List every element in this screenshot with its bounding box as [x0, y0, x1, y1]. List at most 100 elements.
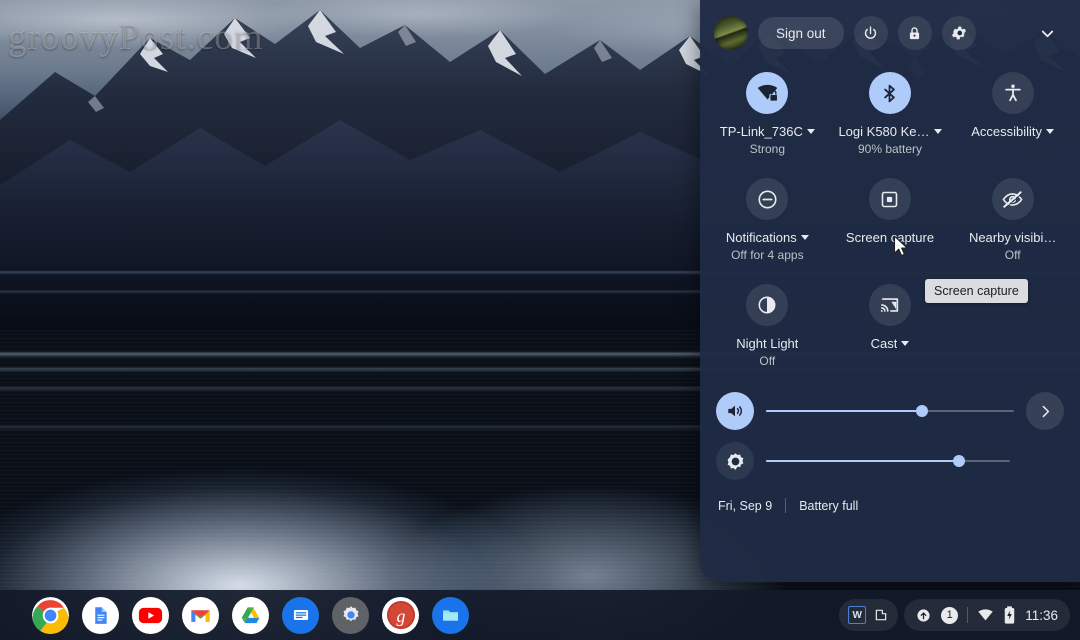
settings-button[interactable]	[942, 16, 976, 50]
clock-label[interactable]: 11:36	[1025, 608, 1058, 623]
power-button[interactable]	[854, 16, 888, 50]
tile-screen-capture-label-row: Screen capture	[846, 230, 934, 246]
lock-icon	[906, 25, 923, 42]
chevron-down-icon[interactable]	[1046, 129, 1054, 134]
volume-button[interactable]	[716, 392, 754, 430]
avatar[interactable]	[714, 16, 748, 50]
volume-slider-row	[700, 392, 1080, 430]
tile-screen-capture[interactable]: Screen capture	[829, 170, 952, 272]
wifi-icon[interactable]	[977, 607, 994, 624]
tile-bluetooth-sub: 90% battery	[858, 142, 922, 156]
shelf-app-youtube[interactable]	[132, 597, 169, 634]
sign-out-button[interactable]: Sign out	[758, 17, 844, 49]
night-light-icon	[756, 294, 778, 316]
battery-status-label[interactable]: Battery full	[799, 499, 858, 513]
bluetooth-icon-wrap	[869, 72, 911, 114]
shelf-app-groovypost[interactable]: g	[382, 597, 419, 634]
do-not-disturb-icon-wrap	[746, 178, 788, 220]
status-area[interactable]: 1 11:36	[904, 599, 1070, 631]
system-tray: W 1 11:36	[839, 599, 1070, 631]
chevron-down-icon[interactable]	[807, 129, 815, 134]
cast-icon-wrap	[869, 284, 911, 326]
tile-cast-label: Cast	[871, 336, 898, 351]
collapse-panel-button[interactable]	[1032, 18, 1062, 48]
tile-night-light-sub: Off	[759, 354, 775, 368]
tile-network-sub: Strong	[750, 142, 785, 156]
chevron-down-icon[interactable]	[901, 341, 909, 346]
shelf-app-settings[interactable]	[332, 597, 369, 634]
tile-accessibility-label: Accessibility	[971, 124, 1042, 139]
tile-night-light-label: Night Light	[736, 336, 798, 351]
update-arrow-icon[interactable]	[915, 607, 932, 624]
shelf-app-chrome[interactable]	[32, 597, 69, 634]
groovypost-icon: g	[386, 600, 416, 630]
tile-nearby-visibility[interactable]: Nearby visibi… Off	[951, 170, 1074, 272]
chevron-down-icon	[1038, 24, 1057, 43]
tile-bluetooth[interactable]: Logi K580 Ke… 90% battery	[829, 64, 952, 166]
tile-notifications[interactable]: Notifications Off for 4 apps	[706, 170, 829, 272]
tile-network-label-row: TP-Link_736C	[720, 124, 815, 139]
tile-notifications-label-row: Notifications	[726, 230, 809, 245]
lock-button[interactable]	[898, 16, 932, 50]
files-icon	[440, 605, 461, 626]
tile-accessibility[interactable]: Accessibility	[951, 64, 1074, 166]
shelf: g W 1	[0, 590, 1080, 640]
tile-network[interactable]: TP-Link_736C Strong	[706, 64, 829, 166]
tile-night-light[interactable]: Night Light Off	[706, 276, 829, 378]
shelf-app-keep[interactable]	[282, 597, 319, 634]
tray-window-group[interactable]: W	[839, 599, 898, 631]
cast-icon	[879, 294, 901, 316]
footer-divider	[785, 498, 786, 513]
tray-divider	[967, 607, 968, 623]
shelf-app-drive[interactable]	[232, 597, 269, 634]
wifi-locked-icon	[756, 82, 779, 105]
tile-network-label: TP-Link_736C	[720, 124, 803, 139]
volume-slider[interactable]	[766, 401, 1014, 421]
do-not-disturb-icon	[756, 188, 779, 211]
volume-slider-knob[interactable]	[916, 405, 928, 417]
date-label: Fri, Sep 9	[718, 499, 772, 513]
accessibility-icon	[1002, 82, 1024, 104]
notification-count-badge[interactable]: 1	[941, 607, 958, 624]
bluetooth-icon	[879, 83, 900, 104]
shelf-app-files[interactable]	[432, 597, 469, 634]
shelf-app-gmail[interactable]	[182, 597, 219, 634]
window-icon[interactable]	[873, 607, 889, 623]
brightness-slider[interactable]	[766, 451, 1010, 471]
tile-notifications-label: Notifications	[726, 230, 797, 245]
gear-icon	[950, 24, 968, 42]
watermark-text: groovyPost.com	[8, 16, 264, 59]
volume-on-icon	[725, 401, 745, 421]
tile-accessibility-label-row: Accessibility	[971, 124, 1054, 139]
tile-night-light-label-row: Night Light	[736, 336, 798, 351]
night-light-icon-wrap	[746, 284, 788, 326]
accessibility-icon-wrap	[992, 72, 1034, 114]
shelf-app-docs[interactable]	[82, 597, 119, 634]
youtube-icon	[138, 603, 163, 628]
gear-icon	[340, 604, 362, 626]
gmail-icon	[189, 604, 212, 627]
brightness-button[interactable]	[716, 442, 754, 480]
chrome-icon	[32, 597, 69, 634]
eye-off-icon-wrap	[992, 178, 1034, 220]
svg-text:g: g	[396, 606, 405, 626]
tile-screen-capture-label: Screen capture	[846, 230, 934, 246]
power-icon	[862, 25, 879, 42]
chevron-down-icon[interactable]	[801, 235, 809, 240]
audio-settings-next-button[interactable]	[1026, 392, 1064, 430]
word-app-icon[interactable]: W	[848, 606, 866, 624]
tile-notifications-sub: Off for 4 apps	[731, 248, 804, 262]
eye-off-icon	[1001, 188, 1024, 211]
chevron-down-icon[interactable]	[934, 129, 942, 134]
tile-bluetooth-label-row: Logi K580 Ke…	[838, 124, 941, 139]
brightness-track-fill	[766, 460, 959, 463]
tile-nearby-visibility-label-row: Nearby visibi…	[969, 230, 1056, 245]
battery-icon[interactable]	[1003, 606, 1016, 624]
quick-settings-header: Sign out	[700, 0, 1080, 56]
brightness-slider-row	[700, 442, 1080, 480]
drive-icon	[239, 604, 262, 627]
volume-track-fill	[766, 410, 922, 413]
tile-nearby-visibility-label: Nearby visibi…	[969, 230, 1056, 245]
screen-capture-tooltip: Screen capture	[925, 279, 1028, 303]
brightness-slider-knob[interactable]	[953, 455, 965, 467]
